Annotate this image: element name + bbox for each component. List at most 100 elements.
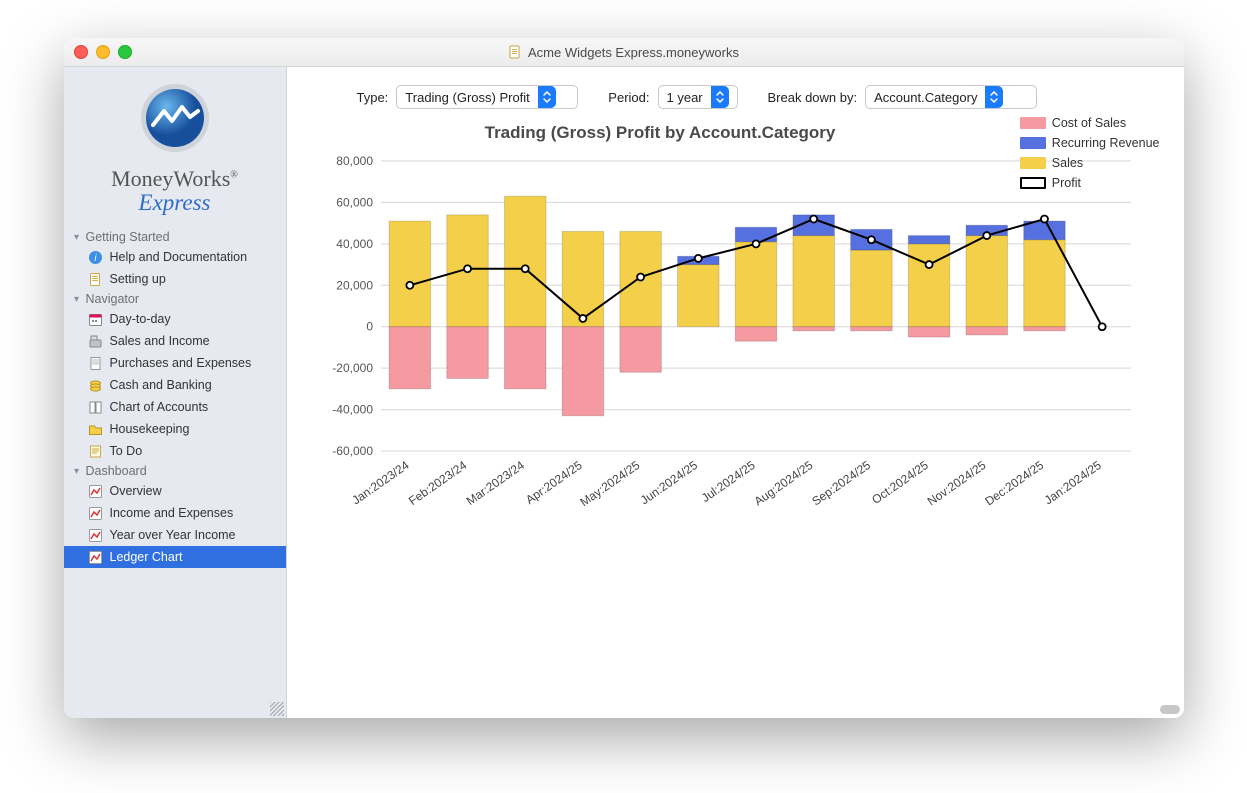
legend-label: Cost of Sales <box>1052 116 1126 130</box>
nav-item[interactable]: Ledger Chart <box>64 546 286 568</box>
nav-item[interactable]: Setting up <box>64 268 286 290</box>
app-window: Acme Widgets Express.moneyworks MoneyWor… <box>64 38 1184 718</box>
disclosure-triangle-icon: ▾ <box>72 466 82 477</box>
bar-segment <box>966 327 1008 335</box>
brand-block: MoneyWorks® Express <box>64 67 286 222</box>
document-icon <box>508 45 522 59</box>
chevron-updown-icon <box>538 86 556 108</box>
nav-group-header[interactable]: ▾Dashboard <box>64 462 286 480</box>
svg-text:-20,000: -20,000 <box>332 361 373 375</box>
nav-item-label: Housekeeping <box>110 422 190 436</box>
profit-point <box>579 315 586 322</box>
nav-item[interactable]: Sales and Income <box>64 330 286 352</box>
chart-icon <box>88 484 103 499</box>
svg-text:40,000: 40,000 <box>336 237 373 251</box>
disclosure-triangle-icon: ▾ <box>72 294 82 305</box>
bar-segment <box>792 236 834 327</box>
bar-segment <box>908 236 950 244</box>
bar-segment <box>446 327 488 379</box>
chart-icon <box>88 528 103 543</box>
nav-item[interactable]: Chart of Accounts <box>64 396 286 418</box>
legend-item: Sales <box>1020 153 1160 173</box>
profit-point <box>1040 216 1047 223</box>
svg-text:-40,000: -40,000 <box>332 403 373 417</box>
x-tick-label: Aug:2024/25 <box>751 458 815 509</box>
period-select[interactable]: 1 year <box>658 85 738 109</box>
x-tick-label: Nov:2024/25 <box>924 458 988 509</box>
calendar-icon <box>88 312 103 327</box>
bar-segment <box>562 327 604 416</box>
nav-item[interactable]: Housekeeping <box>64 418 286 440</box>
book-icon <box>88 400 103 415</box>
chevron-updown-icon <box>985 86 1003 108</box>
x-tick-label: Jan:2023/24 <box>349 458 411 508</box>
bar-segment <box>504 327 546 389</box>
profit-point <box>521 265 528 272</box>
svg-text:20,000: 20,000 <box>336 278 373 292</box>
bar-segment <box>619 327 661 373</box>
legend-swatch-icon <box>1020 117 1046 129</box>
nav-group-header[interactable]: ▾Getting Started <box>64 228 286 246</box>
profit-point <box>867 236 874 243</box>
breakdown-select[interactable]: Account.Category <box>865 85 1037 109</box>
brand-name: MoneyWorks® <box>64 166 286 192</box>
nav-item-label: Overview <box>110 484 162 498</box>
nav-item[interactable]: Overview <box>64 480 286 502</box>
scroll-thumb[interactable] <box>1160 705 1180 714</box>
bar-segment <box>735 242 777 327</box>
nav-item-label: Income and Expenses <box>110 506 234 520</box>
legend-swatch-icon <box>1020 137 1046 149</box>
profit-point <box>925 261 932 268</box>
bar-segment <box>389 221 431 327</box>
x-tick-label: Jun:2024/25 <box>637 458 699 508</box>
bar-segment <box>389 327 431 389</box>
nav-item-label: Day-to-day <box>110 312 171 326</box>
nav-item[interactable]: Year over Year Income <box>64 524 286 546</box>
bar-segment <box>1023 240 1065 327</box>
nav-item[interactable]: iHelp and Documentation <box>64 246 286 268</box>
titlebar: Acme Widgets Express.moneyworks <box>64 38 1184 67</box>
x-tick-label: Jul:2024/25 <box>698 458 757 505</box>
profit-point <box>752 240 759 247</box>
nav-item[interactable]: Purchases and Expenses <box>64 352 286 374</box>
brand-sub: Express <box>64 190 286 216</box>
nav-item-label: Sales and Income <box>110 334 210 348</box>
chevron-updown-icon <box>711 86 729 108</box>
chart-icon <box>88 506 103 521</box>
bar-segment <box>735 327 777 342</box>
nav-item[interactable]: To Do <box>64 440 286 462</box>
nav-group-header[interactable]: ▾Navigator <box>64 290 286 308</box>
bar-segment <box>850 327 892 331</box>
nav-item-label: Chart of Accounts <box>110 400 209 414</box>
coins-icon <box>88 378 103 393</box>
type-label: Type: <box>357 90 389 105</box>
nav-item-label: To Do <box>110 444 143 458</box>
bar-segment <box>792 327 834 331</box>
period-select-value: 1 year <box>659 90 711 105</box>
nav-item-label: Purchases and Expenses <box>110 356 252 370</box>
receipt-icon <box>88 356 103 371</box>
svg-text:0: 0 <box>366 320 373 334</box>
type-select[interactable]: Trading (Gross) Profit <box>396 85 578 109</box>
bar-segment <box>504 196 546 327</box>
nav-item-label: Cash and Banking <box>110 378 212 392</box>
nav-item[interactable]: Cash and Banking <box>64 374 286 396</box>
cashreg-icon <box>88 334 103 349</box>
resize-grip-icon[interactable] <box>270 702 284 716</box>
profit-point <box>694 255 701 262</box>
disclosure-triangle-icon: ▾ <box>72 232 82 243</box>
nav-item[interactable]: Income and Expenses <box>64 502 286 524</box>
breakdown-label: Break down by: <box>768 90 858 105</box>
chart-area: Cost of SalesRecurring RevenueSalesProfi… <box>311 123 1160 553</box>
svg-text:80,000: 80,000 <box>336 154 373 168</box>
window-title: Acme Widgets Express.moneyworks <box>64 45 1184 60</box>
bar-segment <box>908 327 950 337</box>
nav-item[interactable]: Day-to-day <box>64 308 286 330</box>
main-content: Type: Trading (Gross) Profit Period: 1 y… <box>287 67 1184 718</box>
bar-segment <box>1023 327 1065 331</box>
chart-icon <box>88 550 103 565</box>
profit-point <box>1098 323 1105 330</box>
nav-item-label: Ledger Chart <box>110 550 183 564</box>
nav-tree: ▾Getting StartediHelp and Documentation S… <box>64 222 286 568</box>
nav-item-label: Setting up <box>110 272 166 286</box>
